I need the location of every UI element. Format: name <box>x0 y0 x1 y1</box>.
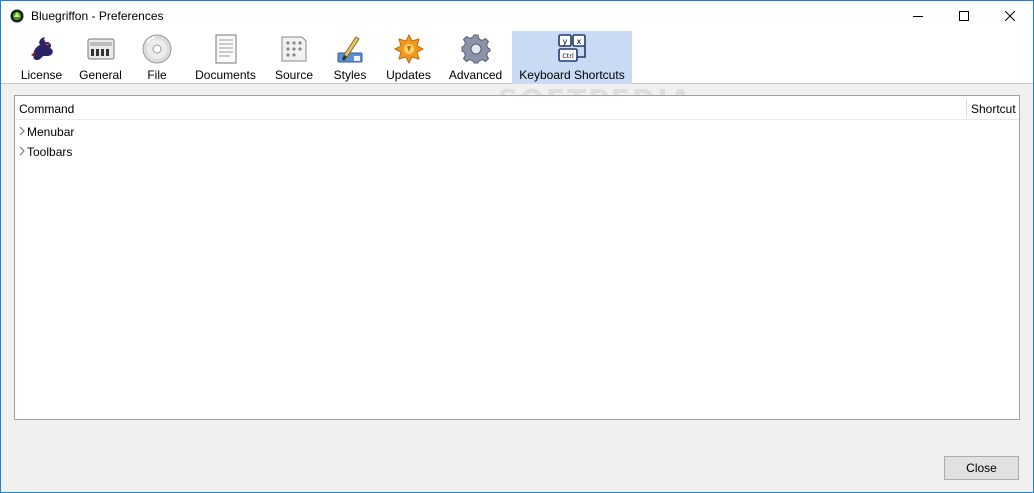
title-bar: Bluegriffon - Preferences <box>1 1 1033 31</box>
tab-file[interactable]: File <box>138 31 176 84</box>
maximize-icon <box>959 11 969 21</box>
key-y-label: y <box>563 37 568 46</box>
preferences-window: Bluegriffon - Preferences License Genera… <box>0 0 1034 493</box>
tab-source[interactable]: Source <box>272 31 316 84</box>
shortcuts-tree[interactable]: Command Shortcut Menubar Toolbars <box>14 95 1020 420</box>
gear-icon <box>461 34 490 64</box>
tab-general[interactable]: General <box>75 31 126 84</box>
tab-keyboard-shortcuts[interactable]: y x Ctrl Keyboard Shortcuts <box>512 31 632 84</box>
tab-label: License <box>20 68 63 82</box>
minimize-button[interactable] <box>895 1 941 31</box>
key-ctrl-label: Ctrl <box>562 52 574 60</box>
tab-documents[interactable]: Documents <box>192 31 259 84</box>
tree-row-menubar[interactable]: Menubar <box>15 122 1019 142</box>
brush-icon <box>337 36 363 63</box>
updates-icon <box>393 33 424 65</box>
tab-label: General <box>79 68 122 82</box>
tab-label: Updates <box>386 68 431 82</box>
keyboard-icon: y x Ctrl <box>558 34 586 62</box>
preferences-toolbar: License General File Documents Source St… <box>1 31 1033 116</box>
griffon-icon <box>30 37 53 61</box>
tab-advanced[interactable]: Advanced <box>446 31 505 84</box>
bluegriffon-app-icon <box>10 9 24 23</box>
tab-updates[interactable]: Updates <box>383 31 434 84</box>
disc-icon <box>142 34 172 64</box>
tab-label: Advanced <box>448 68 503 82</box>
minimize-icon <box>913 16 923 17</box>
column-header-row: Command Shortcut <box>15 96 1019 120</box>
tab-label: Styles <box>333 68 367 82</box>
close-button[interactable]: Close <box>944 456 1019 480</box>
document-icon <box>215 34 236 64</box>
tab-label: Source <box>274 68 314 82</box>
tab-styles[interactable]: Styles <box>330 31 370 84</box>
close-icon <box>1005 11 1015 21</box>
chevron-right-icon[interactable] <box>18 126 26 136</box>
panel-icon <box>87 38 114 60</box>
column-header-command[interactable]: Command <box>19 102 74 116</box>
column-header-shortcut[interactable]: Shortcut <box>971 102 1016 116</box>
chevron-right-icon[interactable] <box>18 146 26 156</box>
tree-row-toolbars[interactable]: Toolbars <box>15 142 1019 162</box>
source-icon <box>281 36 307 62</box>
tab-label: Keyboard Shortcuts <box>519 68 625 82</box>
tree-row-label: Menubar <box>27 125 75 139</box>
tab-label: File <box>147 68 167 82</box>
tab-license[interactable]: License <box>15 31 68 84</box>
tree-row-label: Toolbars <box>27 145 73 159</box>
key-x-label: x <box>577 37 582 46</box>
window-title: Bluegriffon - Preferences <box>31 9 164 23</box>
maximize-button[interactable] <box>941 1 987 31</box>
column-divider[interactable] <box>966 99 967 117</box>
tab-label: Documents <box>195 68 256 82</box>
close-window-button[interactable] <box>987 1 1033 31</box>
